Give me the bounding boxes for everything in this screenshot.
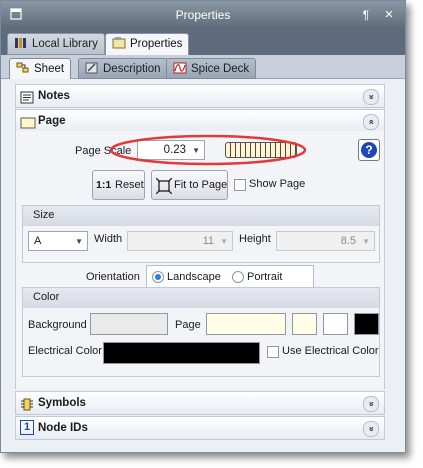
sub-tab-strip: Sheet Description Spice Deck <box>1 55 405 79</box>
description-icon <box>85 61 99 81</box>
reset-label: Reset <box>115 179 144 191</box>
tab-description[interactable]: Description <box>78 58 168 79</box>
expand-symbols-icon[interactable]: » <box>363 396 379 412</box>
section-node-ids-header[interactable]: 1 Node IDs » <box>15 416 385 440</box>
electrical-color-swatch[interactable] <box>103 342 260 364</box>
expand-node-ids-icon[interactable]: » <box>363 421 379 437</box>
background-color-label: Background <box>28 319 87 331</box>
paper-size-select[interactable]: A ▼ <box>28 231 88 251</box>
landscape-label: Landscape <box>167 271 221 283</box>
size-group-header: Size <box>23 206 379 226</box>
chevron-down-icon: ▼ <box>220 237 228 246</box>
tab-label: Description <box>103 63 161 75</box>
height-value: 8.5 <box>340 235 356 247</box>
section-symbols-label: Symbols <box>38 397 86 409</box>
portrait-radio[interactable] <box>232 271 244 283</box>
main-tab-strip: Local Library Properties <box>1 29 405 55</box>
help-icon: ? <box>361 142 377 158</box>
width-value: 11 <box>202 235 214 247</box>
title-bar[interactable]: Properties ¶ × <box>1 1 405 29</box>
help-button[interactable]: ? <box>358 139 380 161</box>
section-notes-header[interactable]: Notes » <box>15 84 385 108</box>
height-field[interactable]: 8.5 ▼ <box>276 231 375 251</box>
properties-window: Properties ¶ × Local Library Properties … <box>0 0 406 453</box>
color-group-header: Color <box>23 288 379 308</box>
page-panel: Page Scale 0.23 ▼ ? 1:1 Reset Fit to Pag… <box>15 131 385 389</box>
reset-icon: 1:1 <box>96 179 112 191</box>
highlight-ellipse <box>109 134 307 166</box>
fit-page-icon <box>155 177 173 197</box>
landscape-radio[interactable] <box>152 271 164 283</box>
section-page-header[interactable]: Page « <box>15 109 385 133</box>
width-field[interactable]: 11 ▼ <box>127 231 233 251</box>
chevron-down-icon: ▼ <box>75 237 83 246</box>
expand-notes-icon[interactable]: » <box>363 89 379 105</box>
tab-label: Sheet <box>34 63 65 75</box>
reset-button[interactable]: 1:1 Reset <box>92 170 145 200</box>
height-label: Height <box>239 233 271 245</box>
sheet-icon <box>16 61 30 81</box>
section-notes-label: Notes <box>38 90 70 102</box>
width-label: Width <box>94 233 123 245</box>
use-electrical-color-label: Use Electrical Color <box>282 345 379 357</box>
portrait-label: Portrait <box>247 271 283 283</box>
section-symbols-header[interactable]: Symbols » <box>15 391 385 415</box>
node-ids-icon: 1 <box>20 420 34 435</box>
tab-sheet[interactable]: Sheet <box>9 58 72 81</box>
properties-icon <box>112 36 126 57</box>
pin-icon[interactable]: ¶ <box>359 8 373 22</box>
section-page-label: Page <box>38 115 66 127</box>
tab-label: Properties <box>130 38 183 50</box>
tab-spice-deck[interactable]: Spice Deck <box>166 58 257 81</box>
page-color-preset-3[interactable] <box>354 313 379 335</box>
tab-label: Local Library <box>32 38 98 50</box>
paper-size-value: A <box>34 235 42 247</box>
electrical-color-label: Electrical Color <box>28 345 102 357</box>
tab-label: Spice Deck <box>191 63 250 75</box>
orientation-label: Orientation <box>86 271 140 283</box>
color-group: Color Background Page Electrical Color U… <box>22 287 380 377</box>
use-electrical-color-checkbox[interactable] <box>267 346 279 358</box>
page-color-preset-1[interactable] <box>292 313 317 335</box>
orientation-options: Landscape Portrait <box>146 265 314 289</box>
tab-properties[interactable]: Properties <box>105 33 190 57</box>
fit-to-page-button[interactable]: Fit to Page <box>151 170 228 200</box>
tab-local-library[interactable]: Local Library <box>7 33 105 55</box>
close-icon[interactable]: × <box>382 7 396 22</box>
page-color-preset-2[interactable] <box>323 313 348 335</box>
size-group: Size A ▼ Width 11 ▼ Height 8.5 ▼ <box>22 205 380 263</box>
fit-to-page-label: Fit to Page <box>174 179 228 191</box>
section-node-ids-label: Node IDs <box>38 422 88 434</box>
page-color-swatch[interactable] <box>206 313 286 335</box>
show-page-label: Show Page <box>249 178 306 190</box>
collapse-page-icon[interactable]: « <box>363 114 379 130</box>
show-page-checkbox[interactable] <box>234 179 246 191</box>
spice-deck-icon <box>173 61 187 81</box>
page-color-label: Page <box>175 319 201 331</box>
library-icon <box>14 36 28 57</box>
background-color-swatch[interactable] <box>90 313 168 335</box>
chevron-down-icon: ▼ <box>362 237 370 246</box>
window-title: Properties <box>175 8 231 22</box>
